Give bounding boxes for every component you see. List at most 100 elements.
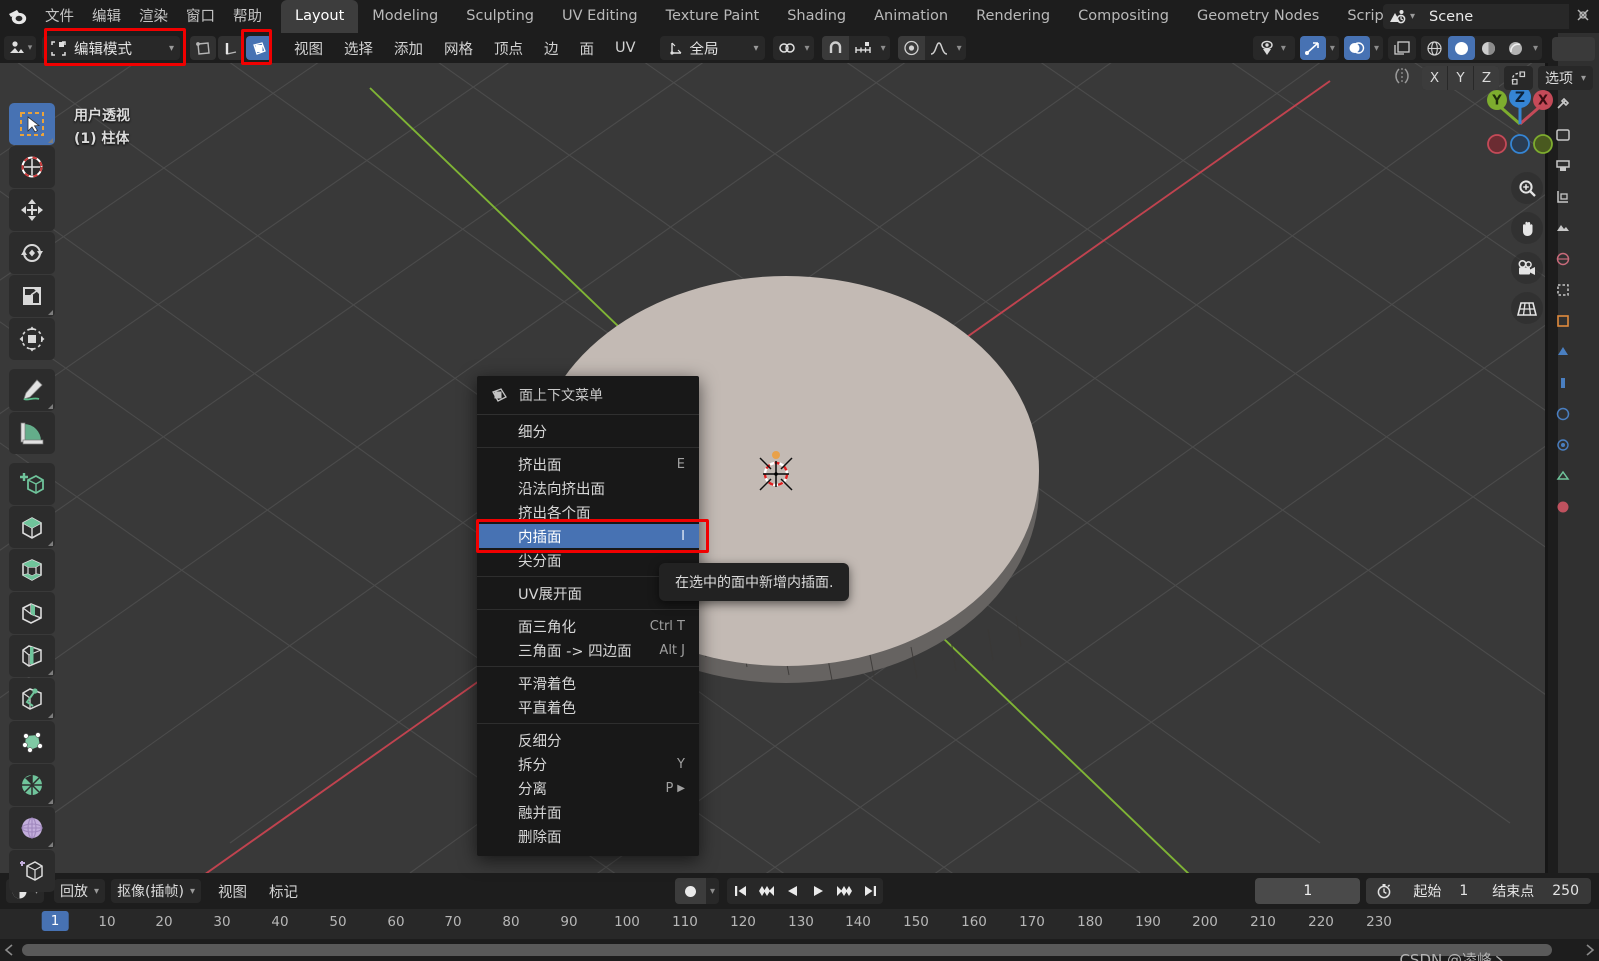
symmetry-axis-x[interactable]: X (1421, 66, 1447, 90)
tl-menu-keying[interactable]: 抠像(插帧) ▾ (111, 879, 202, 903)
prop-tab-object-icon[interactable] (1552, 310, 1574, 332)
symmetry-axis-y[interactable]: Y (1447, 66, 1473, 90)
chevron-down-icon[interactable]: ▾ (1277, 43, 1290, 54)
viewport-menu-bar[interactable]: 视图 选择 添加 网格 顶点 边 面 UV (284, 35, 646, 62)
scene-browse-button[interactable]: ▾ (1382, 4, 1419, 29)
play-button[interactable] (805, 878, 831, 904)
xray-button[interactable] (1387, 36, 1416, 60)
next-keyframe-button[interactable] (831, 878, 857, 904)
tool-rotate[interactable] (9, 232, 55, 274)
face-select-mode[interactable] (246, 36, 272, 60)
timeline-editor[interactable]: ▾ 回放 ▾ 抠像(插帧) ▾ 视图 标记 ▾ (0, 873, 1599, 961)
face-context-menu[interactable]: 面上下文菜单 细分 挤出面 E 沿法向挤出面 挤出各个面 内插面 I 尖分面 U… (477, 376, 699, 856)
prop-tab-modifier-icon[interactable] (1552, 341, 1574, 363)
vp-menu-view[interactable]: 视图 (284, 35, 333, 62)
camera-view-button[interactable] (1511, 252, 1543, 284)
timeline-scrollbar[interactable] (22, 944, 1552, 956)
ctx-dissolve-faces[interactable]: 融并面 (477, 800, 699, 824)
end-frame-field[interactable]: 结束点 250 (1480, 881, 1591, 901)
symmetry-axis-z[interactable]: Z (1473, 66, 1499, 90)
jump-to-start-button[interactable] (727, 878, 753, 904)
shading-wireframe[interactable] (1421, 36, 1448, 60)
tool-cursor[interactable] (9, 146, 55, 188)
ctx-subdivide[interactable]: 细分 (477, 419, 699, 443)
tab-compositing[interactable]: Compositing (1064, 0, 1183, 33)
tool-poly-build[interactable] (9, 721, 55, 763)
workspace-tabs[interactable]: Layout Modeling Sculpting UV Editing Tex… (281, 0, 1470, 33)
use-preview-range-button[interactable] (1366, 883, 1401, 899)
mode-dropdown[interactable]: 编辑模式 ▾ (42, 36, 180, 60)
tab-uv-editing[interactable]: UV Editing (548, 0, 652, 33)
tool-annotate[interactable] (9, 369, 55, 411)
move-view-button[interactable] (1511, 212, 1543, 244)
toggle-perspective-button[interactable] (1511, 292, 1543, 324)
shading-material[interactable] (1475, 36, 1502, 60)
3d-viewport[interactable] (0, 33, 1548, 873)
editor-type-button[interactable]: ▾ (4, 36, 36, 60)
ctx-extrude-faces[interactable]: 挤出面 E (477, 452, 699, 476)
object-visibility-button[interactable]: ▾ (1252, 36, 1295, 60)
tool-extrude[interactable] (9, 506, 55, 548)
tab-layout[interactable]: Layout (281, 0, 359, 33)
transform-orientation-dropdown[interactable]: 全局 ▾ (659, 36, 765, 60)
auto-keying-button[interactable] (675, 878, 706, 904)
chevron-down-icon[interactable]: ▾ (801, 43, 814, 54)
tab-sculpting[interactable]: Sculpting (452, 0, 548, 33)
overlays-button[interactable] (1343, 36, 1370, 60)
start-frame-field[interactable]: 起始 1 (1401, 881, 1480, 901)
tool-add-cube[interactable] (9, 463, 55, 505)
prop-tab-constraints-icon[interactable] (1552, 434, 1574, 456)
tool-tweak[interactable] (9, 103, 55, 145)
gizmo-toggle[interactable]: ▾ (1299, 36, 1339, 60)
prop-tab-collection-icon[interactable] (1552, 279, 1574, 301)
scroll-left-icon[interactable] (2, 942, 18, 958)
ctx-delete-faces[interactable]: 删除面 (477, 824, 699, 848)
tl-menu-marker[interactable]: 标记 (258, 878, 309, 905)
shading-rendered[interactable] (1502, 36, 1529, 60)
tool-knife[interactable] (9, 678, 55, 720)
top-menu-bar[interactable]: 文件 编辑 渲染 窗口 帮助 (36, 5, 271, 29)
zoom-view-button[interactable] (1511, 172, 1543, 204)
tool-inset-faces[interactable] (9, 549, 55, 591)
jump-to-end-button[interactable] (857, 878, 883, 904)
ctx-un-subdivide[interactable]: 反细分 (477, 728, 699, 752)
menu-window[interactable]: 窗口 (177, 5, 224, 29)
tool-measure[interactable] (9, 412, 55, 454)
shading-mode-group[interactable]: ▾ (1420, 36, 1542, 60)
ctx-separate[interactable]: 分离 P ▶ (477, 776, 699, 800)
proportional-edit-group[interactable]: ▾ (897, 36, 966, 60)
chevron-down-icon[interactable]: ▾ (1370, 43, 1383, 54)
timeline-playhead-label[interactable]: 1 (41, 911, 69, 931)
ctx-tris-to-quads[interactable]: 三角面 -> 四边面 Alt J (477, 638, 699, 662)
scroll-right-icon[interactable] (1581, 942, 1597, 958)
prop-tab-data-icon[interactable] (1552, 465, 1574, 487)
viewport-nav-buttons[interactable] (1511, 172, 1543, 324)
properties-editor[interactable] (1548, 33, 1599, 873)
ctx-inset-faces[interactable]: 内插面 I (477, 524, 699, 548)
falloff-button[interactable] (925, 36, 953, 60)
tool-loop-cut[interactable] (9, 635, 55, 677)
blender-logo-icon[interactable] (0, 0, 34, 33)
ctx-extrude-individual-faces[interactable]: 挤出各个面 (477, 500, 699, 524)
chevron-down-icon[interactable]: ▾ (1326, 43, 1339, 54)
prop-tab-world-icon[interactable] (1552, 248, 1574, 270)
tl-menu-view[interactable]: 视图 (207, 878, 258, 905)
edge-select-mode[interactable] (218, 36, 244, 60)
tab-texture-paint[interactable]: Texture Paint (652, 0, 774, 33)
mesh-symmetry-row[interactable]: X Y Z 选项 ▾ (1387, 66, 1593, 90)
prev-keyframe-button[interactable] (753, 878, 779, 904)
topology-mirror-button[interactable] (1503, 66, 1533, 90)
vp-menu-face[interactable]: 面 (570, 35, 605, 62)
snap-toggle-button[interactable] (821, 36, 849, 60)
chevron-down-icon[interactable]: ▾ (877, 43, 890, 54)
tool-shelf[interactable] (9, 103, 55, 892)
ctx-triangulate-faces[interactable]: 面三角化 Ctrl T (477, 614, 699, 638)
select-mode-group[interactable] (190, 36, 272, 60)
chevron-down-icon[interactable]: ▾ (1529, 43, 1542, 54)
snapping-group[interactable]: ▾ (821, 36, 890, 60)
tab-animation[interactable]: Animation (860, 0, 962, 33)
gizmo-button[interactable] (1299, 36, 1326, 60)
menu-file[interactable]: 文件 (36, 5, 83, 29)
ctx-shade-flat[interactable]: 平直着色 (477, 695, 699, 719)
chevron-down-icon[interactable]: ▾ (706, 886, 719, 897)
